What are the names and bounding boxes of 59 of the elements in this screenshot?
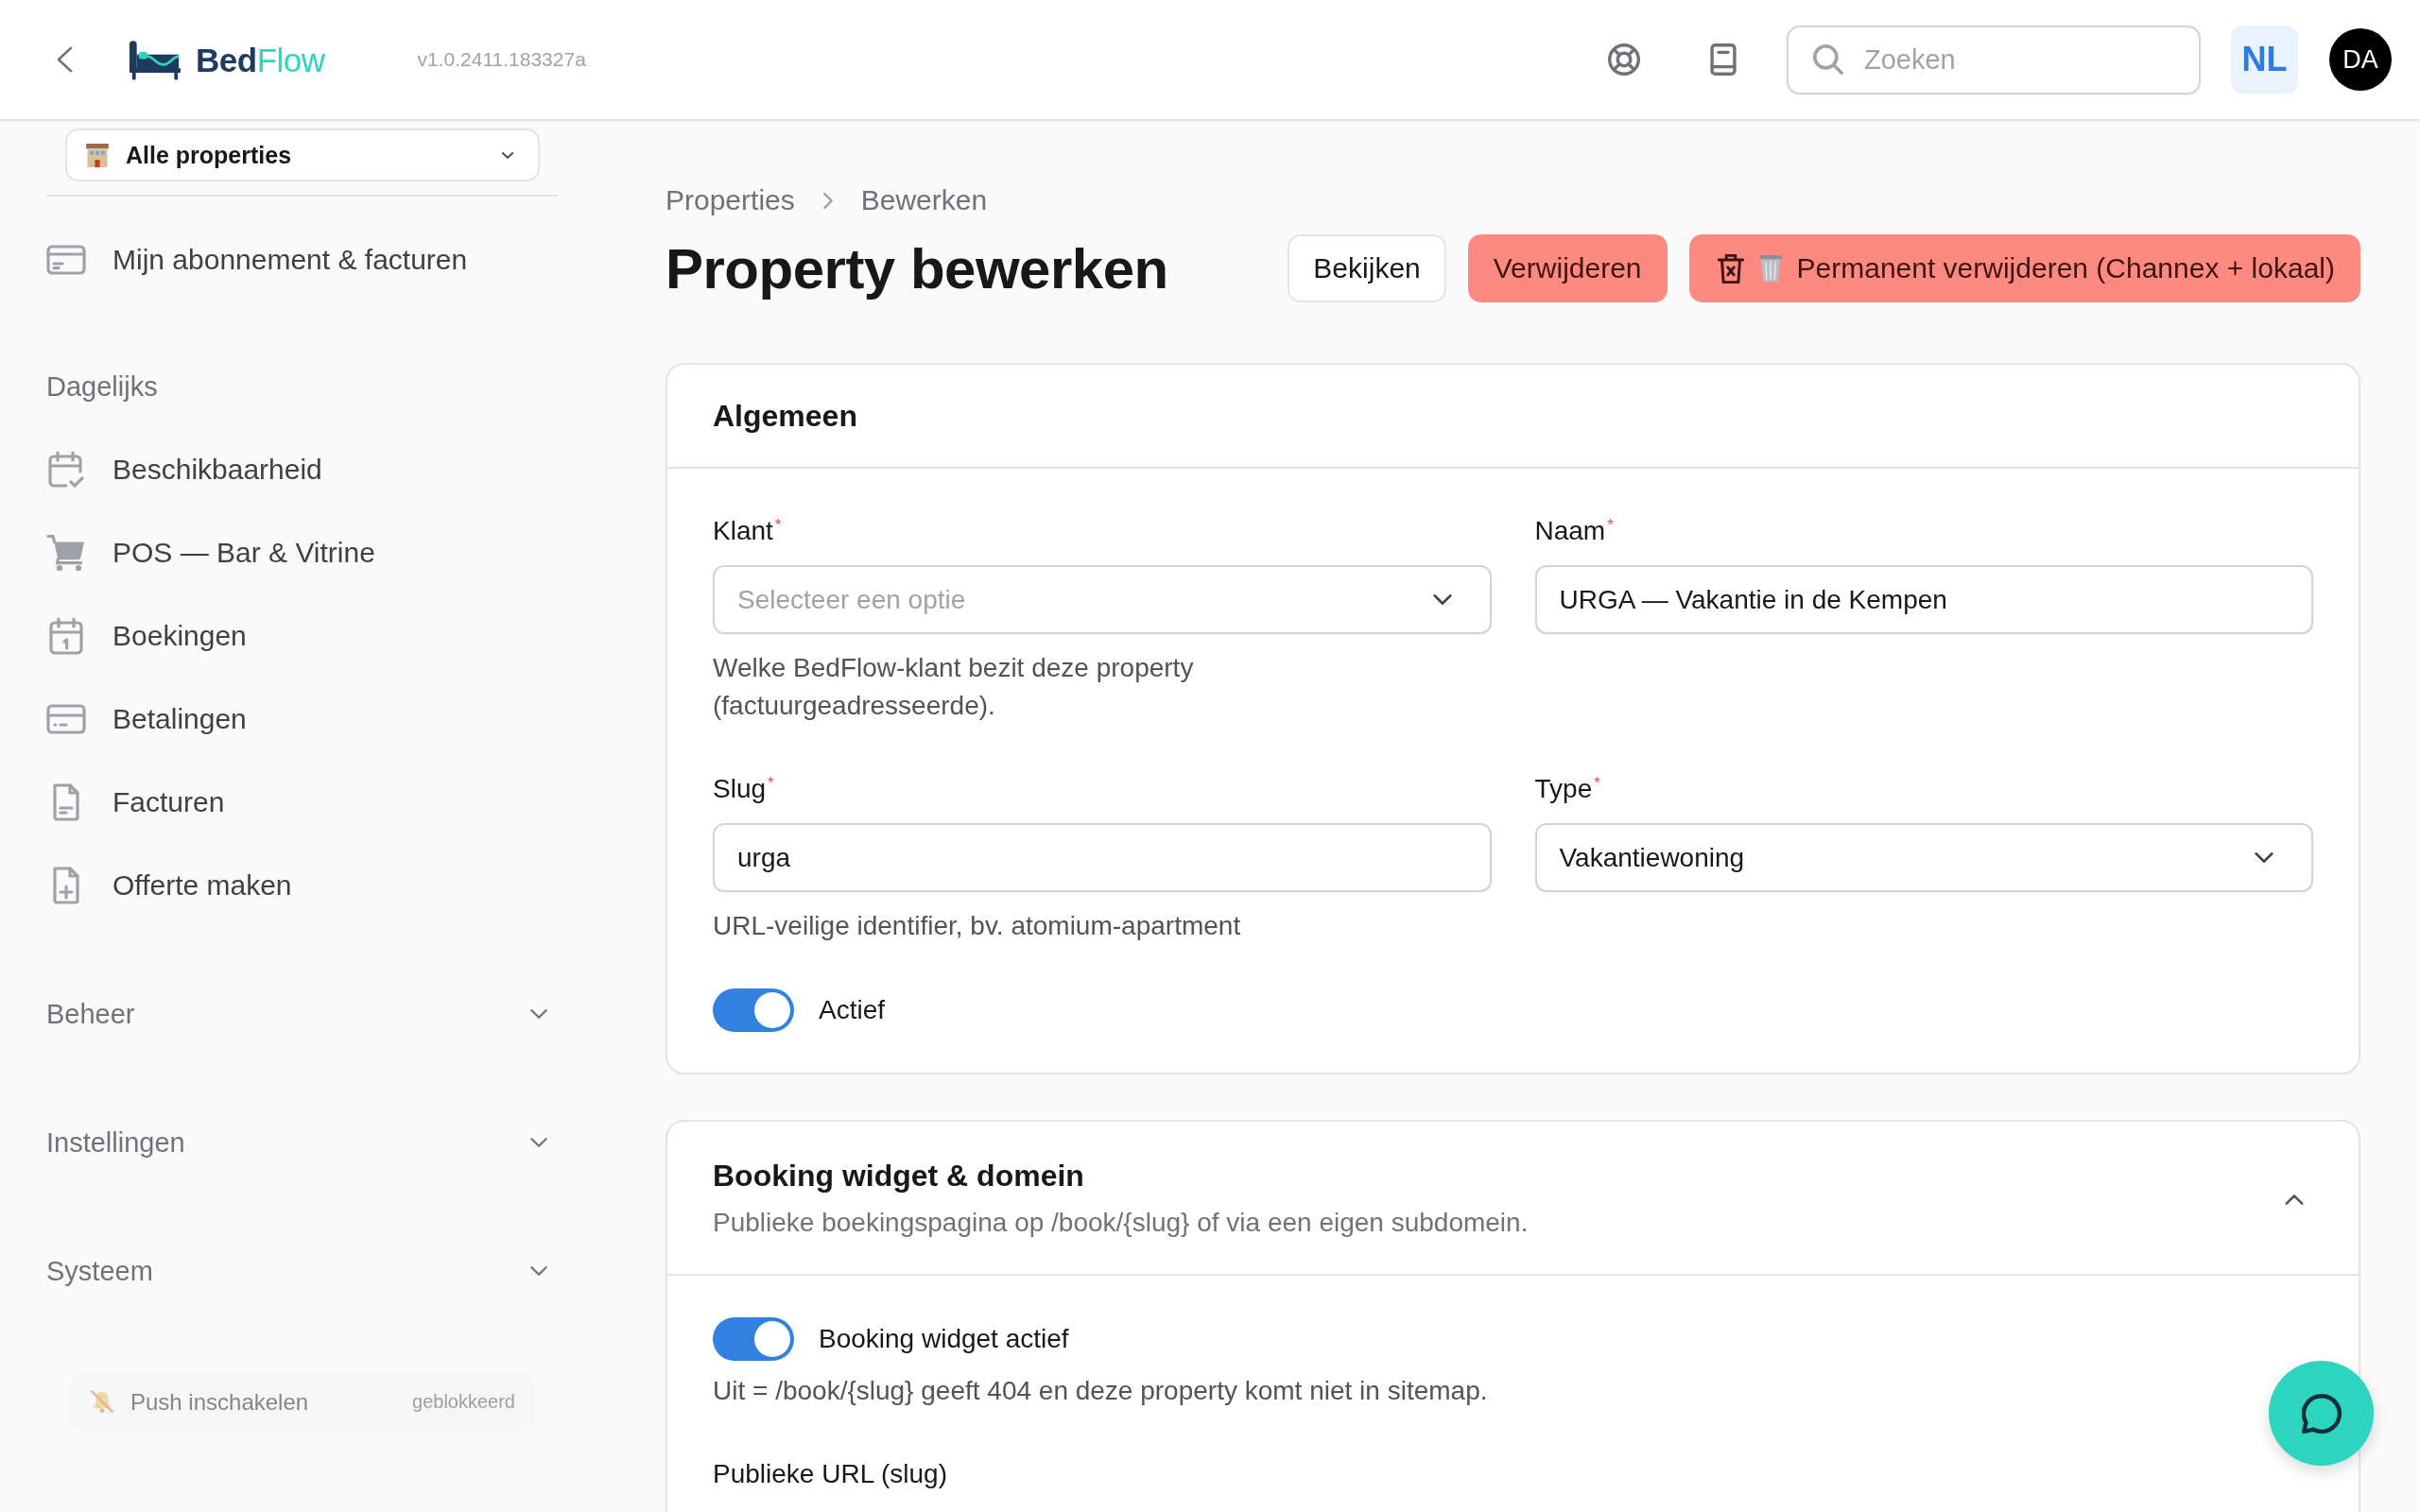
nav-section-toggle[interactable]: Beheer (46, 984, 559, 1044)
lifebuoy-icon[interactable] (1608, 43, 1640, 76)
search-icon (1813, 43, 1843, 75)
bell-slash-icon (91, 1390, 113, 1414)
help-text: Uit = /book/{slug} geeft 404 en deze property komt niet in sitemap. (713, 1375, 1489, 1407)
card-title: Algemeen (713, 398, 857, 434)
field-label: Naam$^{*}$ (1534, 515, 1615, 547)
chevron-up-icon[interactable] (2285, 1194, 2304, 1205)
wastebasket-icon (1758, 255, 1782, 282)
nav-section-toggle[interactable]: Instellingen (46, 1112, 559, 1173)
toggle-label: Booking widget actief (819, 1324, 1069, 1354)
toggle-switch[interactable] (713, 988, 794, 1032)
input-field[interactable]: URGA — Vakantie in de Kempen (1534, 565, 2313, 634)
shopping-cart-icon (46, 534, 86, 572)
toggle-switch[interactable] (713, 1317, 794, 1361)
trash-x-icon (1717, 253, 1744, 284)
bed-logo-icon (128, 38, 182, 81)
book-icon[interactable] (1710, 43, 1737, 76)
brand-name: BedFlow (196, 43, 325, 77)
chevron-left-icon[interactable] (57, 46, 73, 73)
language-button[interactable]: NL (2231, 26, 2298, 94)
nav-item[interactable]: Betalingen (46, 689, 559, 749)
nav-item[interactable]: Boekingen (46, 606, 559, 666)
user-avatar[interactable]: DA (2329, 28, 2392, 91)
building-icon (86, 143, 109, 167)
nav-section-toggle[interactable]: Systeem (46, 1241, 559, 1301)
chevron-down-icon (1432, 594, 1452, 605)
chevron-right-icon (822, 192, 833, 209)
card-description: Publieke boekingspagina op /book/{slug} of via een eigen subdomein. (713, 1207, 1530, 1239)
nav-item[interactable]: Beschikbaarheid (46, 439, 559, 500)
view-button[interactable]: Bekijken (1288, 234, 1446, 302)
help-text: URL-veilige identifier, bv. atomium-apartment (713, 910, 1242, 942)
field-label: Publieke URL (slug) (713, 1458, 948, 1490)
nav-section-heading: Dagelijks (46, 370, 159, 404)
help-text: Welke BedFlow-klant bezit deze property (factuurgeadresseerde). (713, 652, 1195, 722)
property-select[interactable]: Alle properties (65, 129, 540, 181)
field-label: Slug$^{*}$ (713, 773, 775, 805)
chat-bubble-icon (2301, 1393, 2342, 1434)
search-field[interactable]: Zoeken (1787, 25, 2201, 94)
card-title: Booking widget & domein (713, 1158, 1085, 1194)
select-field[interactable]: Vakantiewoning (1534, 823, 2313, 892)
calendar-check-icon (46, 451, 86, 489)
field-label: Klant$^{*}$ (713, 515, 783, 547)
nav-item[interactable]: Mijn abonnement & facturen (46, 230, 559, 290)
breadcrumb-current: Bewerken (860, 183, 988, 217)
field-label: Type$^{*}$ (1534, 773, 1601, 805)
nav-item[interactable]: POS — Bar & Vitrine (46, 523, 559, 583)
calendar-icon (46, 617, 86, 655)
toggle-label: Actief (819, 995, 886, 1025)
chevron-down-icon (2255, 852, 2273, 863)
version-label: v1.0.2411.183327a (417, 48, 586, 71)
chevron-down-icon (502, 151, 513, 159)
nav-item[interactable]: Offerte maken (46, 855, 559, 916)
delete-button[interactable]: Verwijderen (1467, 234, 1668, 302)
nav-item[interactable]: Facturen (46, 772, 559, 833)
page-title: Property bewerken (666, 235, 1168, 301)
delete-button[interactable]: Permanent verwijderen (Channex + lokaal) (1688, 234, 2360, 302)
breadcrumb-link[interactable]: Properties (666, 183, 795, 217)
input-field[interactable]: urga (713, 823, 1492, 892)
